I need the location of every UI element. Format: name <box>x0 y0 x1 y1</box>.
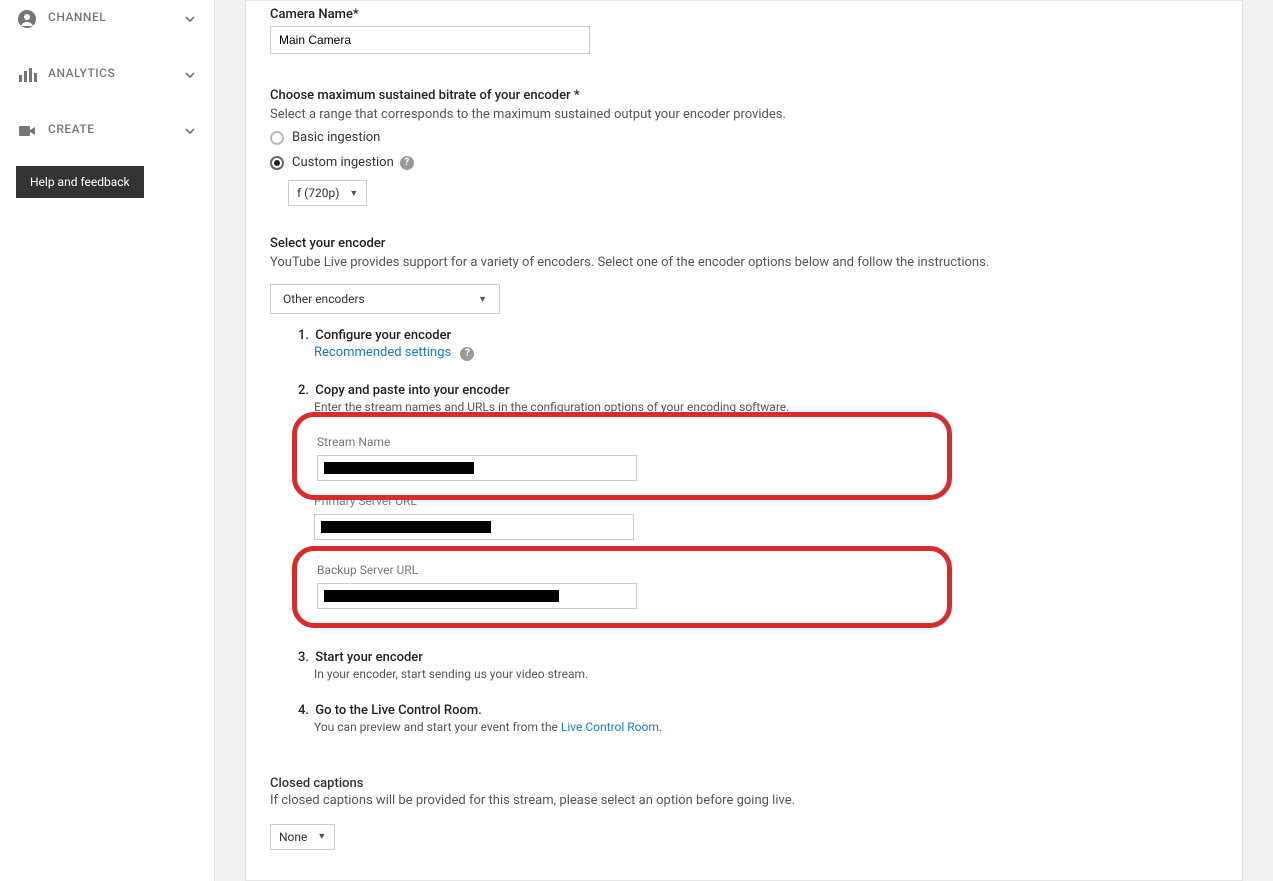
step-title-text: Go to the Live Control Room. <box>315 703 482 718</box>
step-number: 1. <box>298 328 312 343</box>
settings-card: Camera Name* Choose maximum sustained bi… <box>245 0 1243 881</box>
bitrate-subtitle: Select a range that corresponds to the m… <box>270 107 1218 122</box>
redacted-value <box>321 521 491 533</box>
encoder-value: Other encoders <box>283 292 365 306</box>
help-feedback-button[interactable]: Help and feedback <box>16 166 144 198</box>
stream-name-input[interactable] <box>317 455 637 481</box>
sidebar-item-channel[interactable]: CHANNEL <box>0 0 214 38</box>
radio-unchecked-icon <box>270 131 284 145</box>
backup-server-label: Backup Server URL <box>317 563 897 577</box>
backup-server-input[interactable] <box>317 583 637 609</box>
sidebar: CHANNEL ANALYTICS CREATE Help and feedba… <box>0 0 215 881</box>
step-title-text: Configure your encoder <box>315 328 451 343</box>
annotation-highlight-1: Stream Name <box>292 412 952 500</box>
camera-name-label: Camera Name* <box>270 7 1218 22</box>
primary-server-input[interactable] <box>314 514 634 540</box>
step-number: 2. <box>298 383 312 398</box>
basic-ingestion-radio[interactable]: Basic ingestion <box>270 130 1218 145</box>
chevron-down-icon <box>182 123 198 139</box>
captions-value: None <box>279 830 307 844</box>
encoder-title: Select your encoder <box>270 236 1218 251</box>
captions-dropdown[interactable]: None ▼ <box>270 824 335 850</box>
closed-captions-title: Closed captions <box>270 776 1218 791</box>
custom-ingestion-label: Custom ingestion <box>292 155 394 170</box>
step-number: 4. <box>298 703 312 718</box>
dropdown-arrow-icon: ▼ <box>317 831 326 842</box>
live-control-room-link[interactable]: Live Control Room <box>561 720 659 734</box>
step-number: 3. <box>298 650 312 665</box>
redacted-value <box>324 462 474 474</box>
sidebar-item-label: CREATE <box>48 122 182 136</box>
radio-checked-icon <box>270 156 284 170</box>
sidebar-item-create[interactable]: CREATE <box>0 112 214 150</box>
sidebar-item-analytics[interactable]: ANALYTICS <box>0 56 214 94</box>
encoder-steps: 1. Configure your encoder Recommended se… <box>270 328 1218 734</box>
encoder-subtitle: YouTube Live provides support for a vari… <box>270 255 1218 270</box>
sidebar-item-label: ANALYTICS <box>48 66 182 80</box>
encoder-dropdown[interactable]: Other encoders ▼ <box>270 284 500 314</box>
step-4: 4. Go to the Live Control Room. You can … <box>298 703 1218 734</box>
annotation-highlight-2: Backup Server URL <box>292 546 952 628</box>
step-title-text: Start your encoder <box>315 650 423 665</box>
recommended-settings-link[interactable]: Recommended settings <box>314 345 451 360</box>
step-4-subtitle: You can preview and start your event fro… <box>314 720 1218 734</box>
chevron-down-icon <box>182 11 198 27</box>
basic-ingestion-label: Basic ingestion <box>292 130 380 145</box>
person-circle-icon <box>16 8 38 30</box>
videocam-icon <box>16 120 38 142</box>
resolution-dropdown[interactable]: f (720p) ▼ <box>288 180 367 206</box>
step-1: 1. Configure your encoder Recommended se… <box>298 328 1218 361</box>
dropdown-arrow-icon: ▼ <box>478 294 487 305</box>
step-3-subtitle: In your encoder, start sending us your v… <box>314 667 1218 681</box>
sidebar-item-label: CHANNEL <box>48 10 182 24</box>
bitrate-section: Choose maximum sustained bitrate of your… <box>270 88 1218 206</box>
stream-name-label: Stream Name <box>317 435 827 449</box>
step-2: 2. Copy and paste into your encoder Ente… <box>298 383 1218 628</box>
dropdown-arrow-icon: ▼ <box>349 188 358 199</box>
camera-name-section: Camera Name* <box>270 7 1218 72</box>
main-content: Camera Name* Choose maximum sustained bi… <box>215 0 1273 881</box>
help-icon[interactable]: ? <box>460 347 474 361</box>
analytics-bars-icon <box>16 64 38 86</box>
redacted-value <box>324 590 559 602</box>
bitrate-title: Choose maximum sustained bitrate of your… <box>270 88 1218 103</box>
camera-name-input[interactable] <box>270 26 590 54</box>
step-3: 3. Start your encoder In your encoder, s… <box>298 650 1218 681</box>
step-title-text: Copy and paste into your encoder <box>315 383 509 398</box>
custom-ingestion-radio[interactable]: Custom ingestion ? <box>270 155 1218 170</box>
chevron-down-icon <box>182 67 198 83</box>
encoder-section: Select your encoder YouTube Live provide… <box>270 236 1218 734</box>
closed-captions-section: Closed captions If closed captions will … <box>270 776 1218 850</box>
help-icon[interactable]: ? <box>400 156 414 170</box>
resolution-value: f (720p) <box>297 186 339 200</box>
